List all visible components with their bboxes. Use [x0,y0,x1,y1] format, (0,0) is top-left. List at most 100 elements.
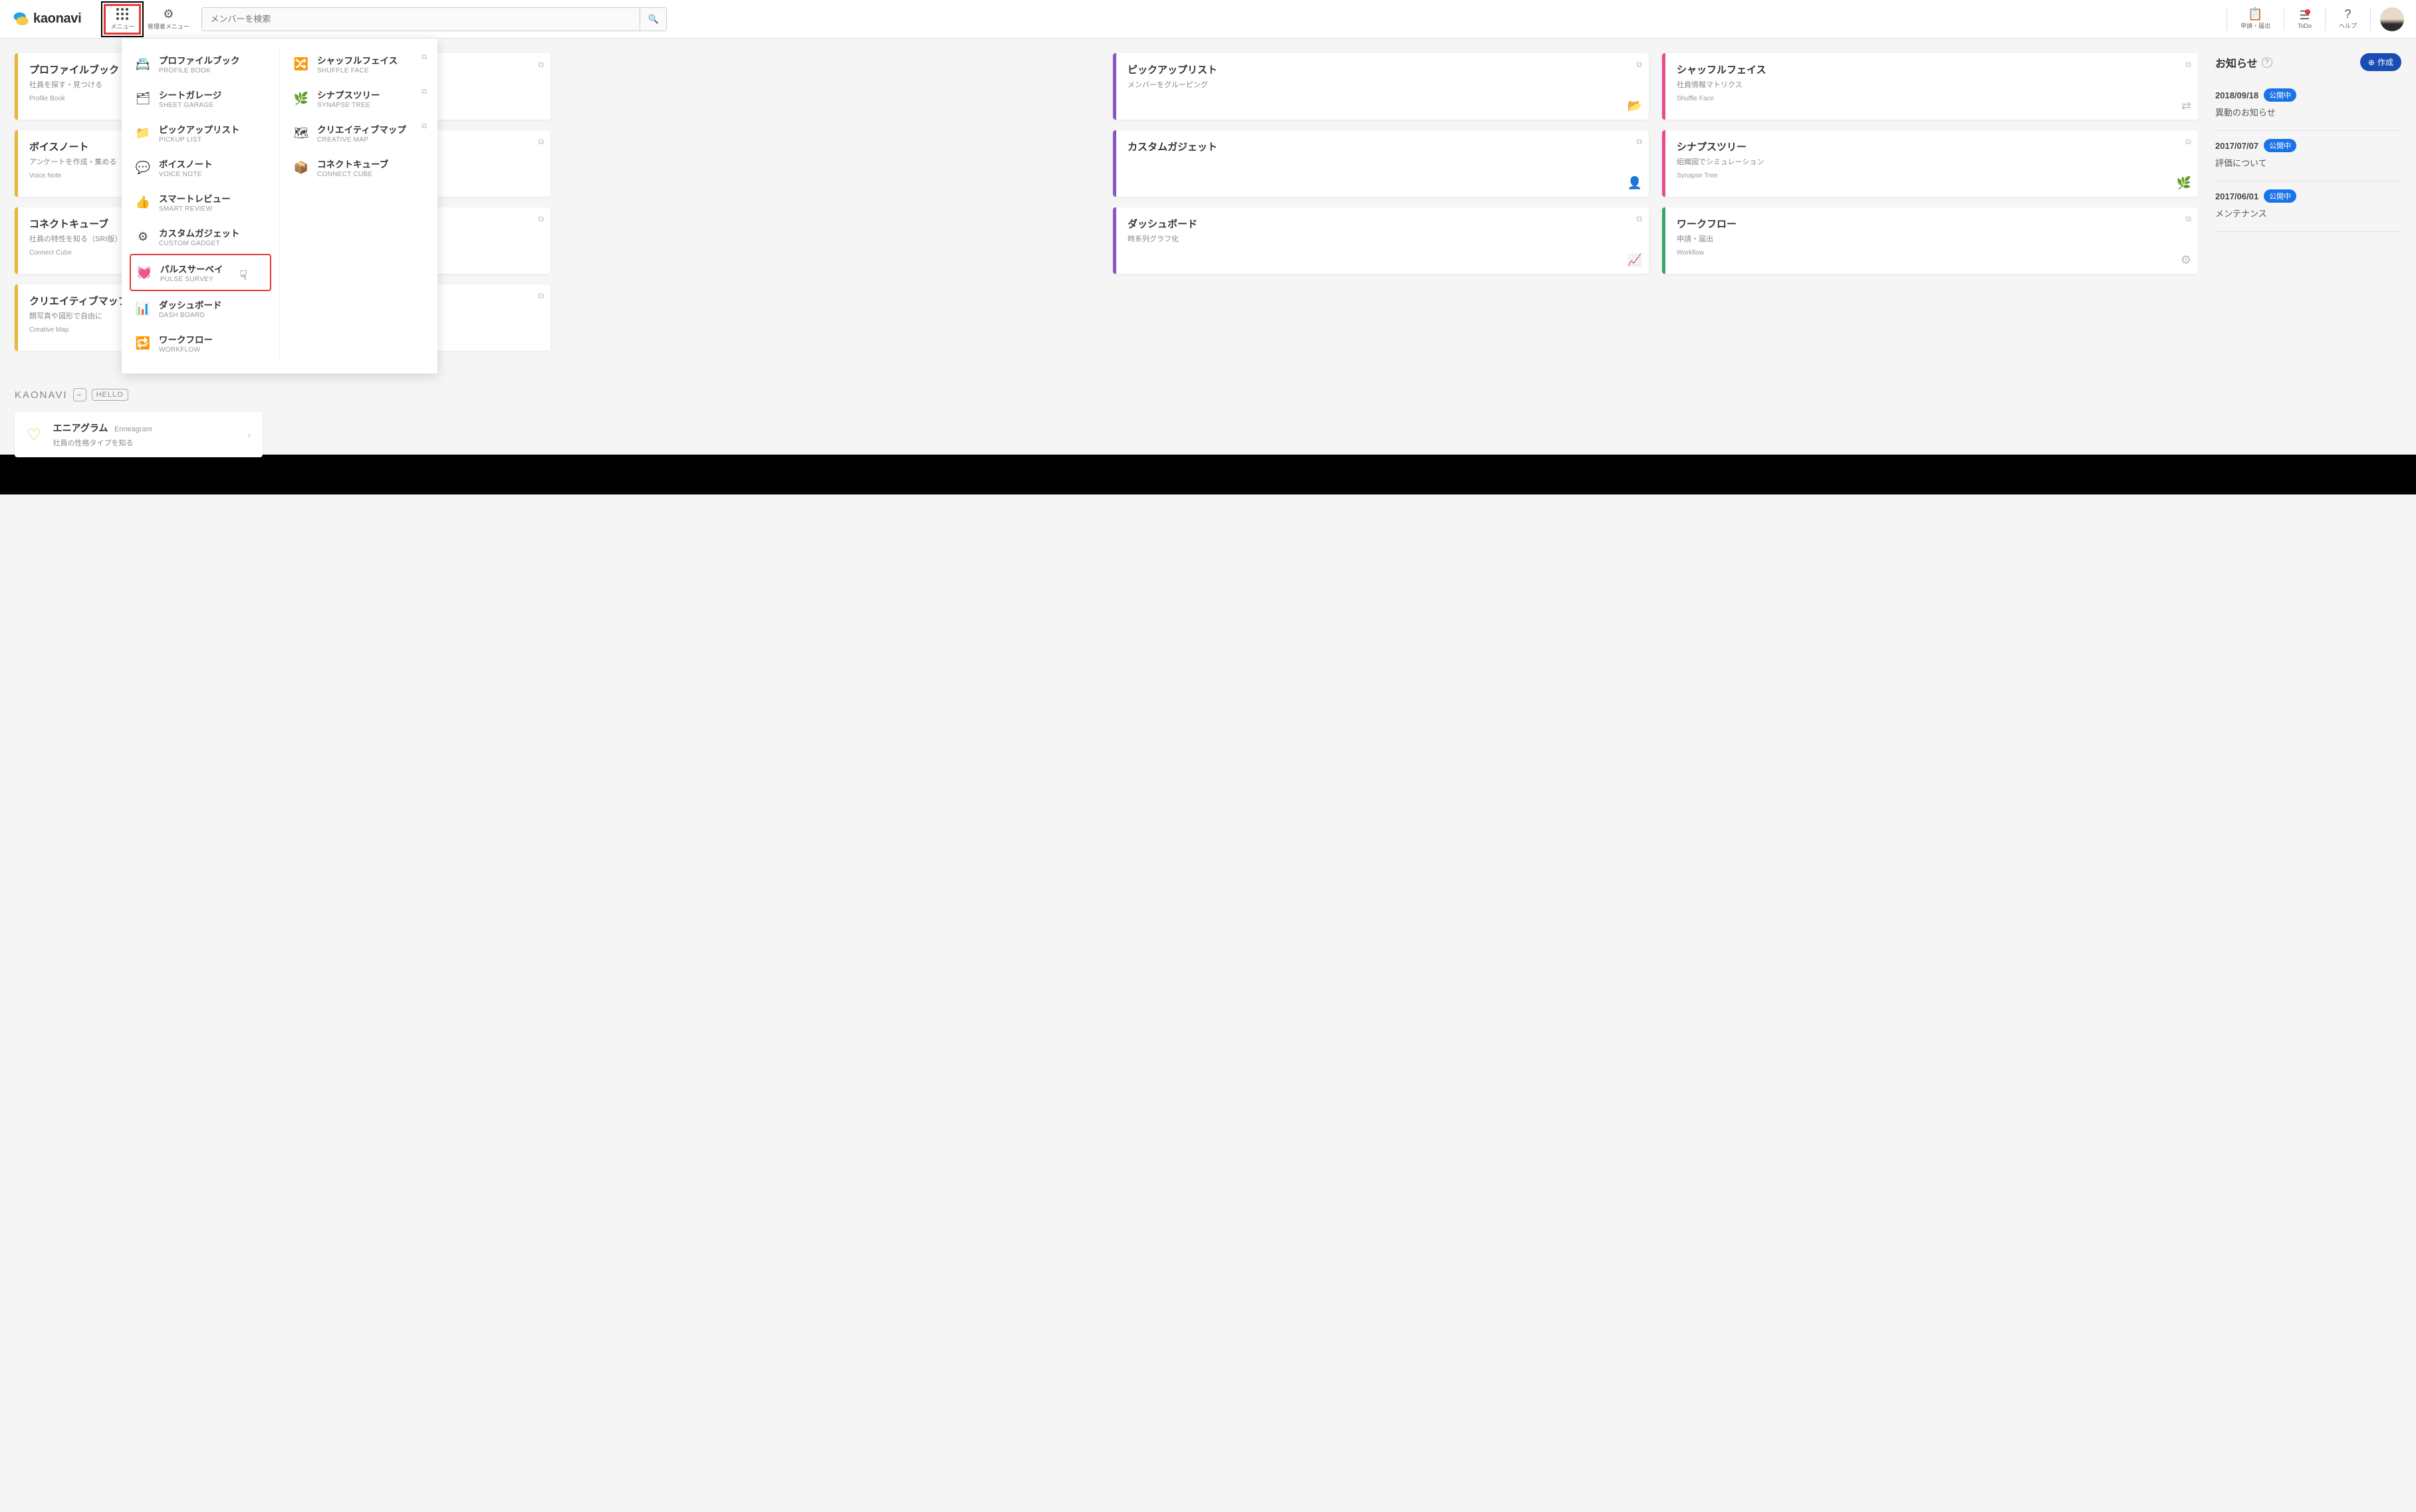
card-accent-bar [15,207,18,274]
smile-icon: ⌣ [73,388,86,401]
card-type-icon: ⇄ [2181,99,2191,113]
plus-icon: ⊕ [2368,58,2375,67]
menu-item-jp: ボイスノート [159,157,213,170]
card-type-icon: 📈 [1628,253,1642,267]
create-label: 作成 [2377,56,2393,68]
menu-item-icon: 🔁 [135,336,151,350]
card-type-icon: 🌿 [2177,176,2191,190]
menu-button-highlight: メニュー [101,1,144,37]
nav-todo-label: ToDo [2298,23,2312,29]
menu-item[interactable]: 🌿 シナプスツリー SYNAPSE TREE ⧉ [288,81,429,116]
menu-item-icon: 🗺 [293,126,309,140]
menu-item-icon: 👍 [135,195,151,209]
brand-name: kaonavi [33,11,81,27]
open-icon: ⧉ [538,60,544,70]
menu-item-en: PULSE SURVEY [160,276,223,283]
external-icon: ⧉ [422,122,427,131]
nav-help[interactable]: ? ヘルプ [2335,7,2361,31]
menu-label: メニュー [110,22,134,31]
menu-item-jp: ワークフロー [159,332,213,346]
card-accent-bar [1662,130,1665,197]
module-card[interactable]: ⧉ ワークフロー 申請・届出 Workflow ⚙ [1662,207,2198,274]
hello-card-text: エニアグラム Enneagram 社員の性格タイプを知る [53,421,152,448]
search-box: 🔍 [201,7,667,31]
card-title: カスタムガジェット [1128,140,1637,154]
menu-item[interactable]: 📁 ピックアップリスト PICKUP LIST [130,116,271,150]
external-icon: ⧉ [422,53,427,62]
card-type-icon: 👤 [1628,176,1642,190]
menu-item-jp: スマートレビュー [159,191,231,205]
menu-item-en: PICKUP LIST [159,136,240,144]
menu-item-jp: パルスサーベイ [160,262,223,275]
main-menu-button[interactable]: メニュー [104,4,141,35]
brand-logo[interactable]: kaonavi [12,11,81,28]
search-input[interactable] [202,14,640,24]
notice-status-badge: 公開中 [2264,189,2296,203]
nav-todo[interactable]: ☰ ToDo [2294,8,2316,31]
menu-item[interactable]: 💬 ボイスノート VOICE NOTE [130,150,271,185]
module-card[interactable]: ⧉ シナプスツリー 組織図でシミュレーション Synapse Tree 🌿 [1662,130,2198,197]
menu-item[interactable]: 📇 プロファイルブック PROFILE BOOK [130,47,271,81]
card-title: ダッシュボード [1128,217,1637,231]
menu-item-en: SYNAPSE TREE [317,102,380,109]
menu-item[interactable]: 🗂 シートガレージ SHEET GARAGE [130,81,271,116]
gear-icon: ⚙ [163,8,174,20]
menu-item-en: WORKFLOW [159,346,213,354]
admin-menu-label: 管理者メニュー [148,22,189,31]
card-title: ワークフロー [1677,217,2186,231]
card-accent-bar [1662,207,1665,274]
open-icon: ⧉ [538,137,544,147]
module-card[interactable]: ⧉ ピックアップリスト メンバーをグルーピング 📂 [1113,53,1649,120]
search-area: 🔍 [201,7,2227,31]
notice-title: 異動のお知らせ [2215,106,2401,118]
menu-item[interactable]: 📦 コネクトキューブ CONNECT CUBE [288,150,429,185]
help-icon[interactable]: ? [2262,57,2272,68]
menu-item[interactable]: 🔁 ワークフロー WORKFLOW [130,326,271,360]
card-desc: 社員情報マトリクス [1677,79,2186,90]
menu-item-icon: 📊 [135,302,151,316]
menu-item-en: PROFILE BOOK [159,67,240,74]
notice-date: 2018/09/18 [2215,90,2258,100]
card-accent-bar [15,53,18,120]
module-card[interactable]: ⧉ シャッフルフェイス 社員情報マトリクス Shuffle Face ⇄ [1662,53,2198,120]
notice-date: 2017/06/01 [2215,191,2258,201]
menu-item[interactable]: 🔀 シャッフルフェイス SHUFFLE FACE ⧉ [288,47,429,81]
notice-item[interactable]: 2017/07/07 公開中 評価について [2215,131,2401,181]
create-notice-button[interactable]: ⊕ 作成 [2360,53,2401,71]
notice-list: 2018/09/18 公開中 異動のお知らせ 2017/07/07 公開中 評価… [2215,80,2401,232]
menu-item[interactable]: 🗺 クリエイティブマップ CREATIVE MAP ⧉ [288,116,429,150]
card-desc: 組織図でシミュレーション [1677,156,2186,167]
notice-title: 評価について [2215,156,2401,169]
menu-item[interactable]: 💓 パルスサーベイ PULSE SURVEY ☟ [130,254,271,291]
open-icon: ⧉ [1636,137,1642,147]
card-eng: Synapse Tree [1677,172,2186,179]
open-icon: ⧉ [538,291,544,301]
module-card[interactable]: ⧉ ダッシュボード 時系列グラフ化 📈 [1113,207,1649,274]
card-title: ピックアップリスト [1128,62,1637,76]
card-type-icon: 📂 [1628,99,1642,113]
module-card[interactable]: ⧉ カスタムガジェット 👤 [1113,130,1649,197]
menu-column-1: 📇 プロファイルブック PROFILE BOOK 🗂 シートガレージ SHEET… [122,47,279,360]
search-button[interactable]: 🔍 [640,8,666,31]
hello-item-sub: Enneagram [114,425,152,433]
notice-item[interactable]: 2017/06/01 公開中 メンテナンス [2215,181,2401,232]
notice-date: 2017/07/07 [2215,141,2258,151]
nav-apply[interactable]: 📋 申請・届出 [2236,7,2274,31]
menu-item-jp: コネクトキューブ [317,157,388,170]
menu-item[interactable]: 📊 ダッシュボード DASH BOARD [130,291,271,326]
user-avatar[interactable] [2380,7,2404,31]
notice-status-badge: 公開中 [2264,139,2296,152]
open-icon: ⧉ [2185,214,2191,224]
card-desc: メンバーをグルーピング [1128,79,1637,90]
menu-item-en: SHEET GARAGE [159,102,221,109]
menu-item[interactable]: ⚙ カスタムガジェット CUSTOM GADGET [130,219,271,254]
menu-item-icon: 🔀 [293,57,309,71]
menu-item[interactable]: 👍 スマートレビュー SMART REVIEW [130,185,271,219]
open-icon: ⧉ [2185,60,2191,70]
logo-icon [12,11,29,28]
notice-item[interactable]: 2018/09/18 公開中 異動のお知らせ [2215,80,2401,131]
heart-icon: ♡ [27,425,41,445]
hello-card-enneagram[interactable]: ♡ エニアグラム Enneagram 社員の性格タイプを知る › [15,412,263,457]
admin-menu-button[interactable]: ⚙ 管理者メニュー [147,4,189,35]
page-footer [0,455,2416,494]
